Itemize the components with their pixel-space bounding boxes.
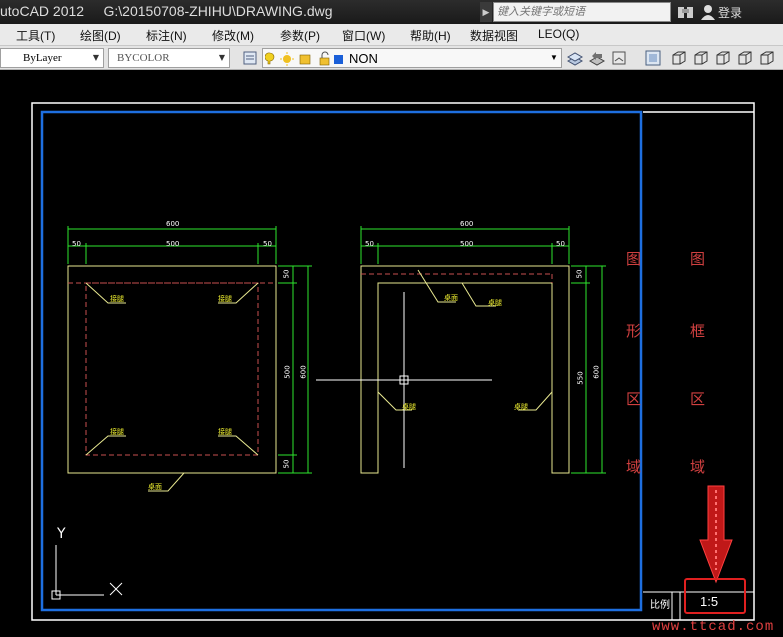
region-graphic-char: 区 bbox=[626, 390, 642, 408]
dim-text: 50 bbox=[263, 240, 272, 248]
window-title: utoCAD 2012 G:\20150708-ZHIHU\DRAWING.dw… bbox=[0, 3, 333, 19]
ucs-icon bbox=[51, 545, 123, 600]
properties-toolbar: ByLayer ▼ BYCOLOR ▼ NON ▼ bbox=[0, 46, 783, 70]
help-search: ▶ bbox=[480, 2, 672, 22]
leader bbox=[218, 435, 259, 456]
leader bbox=[85, 435, 126, 456]
chevron-down-icon: ▼ bbox=[550, 53, 558, 62]
layer-state-icons bbox=[265, 51, 343, 66]
region-frame-char: 框 bbox=[690, 322, 706, 340]
ucs-y-label: Y bbox=[57, 526, 66, 542]
dim-text: 550 bbox=[576, 371, 585, 385]
graphic-area-border bbox=[40, 110, 643, 612]
layer-name: NON bbox=[349, 51, 378, 66]
part-label: 接腿 bbox=[110, 295, 124, 303]
dim-text: 50 bbox=[282, 269, 291, 279]
region-graphic-char: 域 bbox=[626, 458, 642, 476]
box-top-icon[interactable] bbox=[692, 49, 710, 67]
title-bar: utoCAD 2012 G:\20150708-ZHIHU\DRAWING.dw… bbox=[0, 0, 783, 24]
crosshair-cursor bbox=[316, 292, 492, 468]
box-side-icon[interactable] bbox=[714, 49, 732, 67]
menu-params[interactable]: 参数(P) bbox=[280, 27, 320, 44]
dim-text: 50 bbox=[556, 240, 565, 248]
dim-text: 600 bbox=[592, 365, 601, 379]
dim-text: 600 bbox=[460, 220, 474, 228]
watermark-text: www.ttcad.com bbox=[652, 619, 775, 635]
region-graphic-char: 形 bbox=[626, 322, 642, 340]
part-label: 接腿 bbox=[218, 295, 232, 303]
right-view bbox=[360, 226, 606, 474]
drawing-svg[interactable] bbox=[0, 70, 783, 637]
file-path: G:\20150708-ZHIHU\DRAWING.dwg bbox=[103, 3, 333, 19]
region-frame-char: 图 bbox=[690, 250, 706, 268]
dim-text: 50 bbox=[575, 269, 584, 279]
dim-text: 50 bbox=[282, 459, 291, 469]
menu-dimension[interactable]: 标注(N) bbox=[146, 27, 187, 44]
part-label: 桌腿 bbox=[514, 403, 528, 411]
login-button[interactable]: 登录 bbox=[718, 4, 742, 21]
right-view-outline bbox=[360, 265, 570, 474]
dim-text: 500 bbox=[166, 240, 180, 248]
layer-select[interactable]: NON ▼ bbox=[262, 48, 562, 68]
dim-text: 50 bbox=[365, 240, 374, 248]
chevron-down-icon: ▼ bbox=[218, 53, 226, 62]
menu-data-view[interactable]: 数据视图 bbox=[470, 27, 518, 44]
layer-previous-icon[interactable] bbox=[588, 49, 606, 67]
dim-text: 500 bbox=[460, 240, 474, 248]
part-label: 桌面 bbox=[148, 483, 162, 491]
part-label: 接腿 bbox=[110, 428, 124, 436]
linetype-select[interactable]: ByLayer ▼ bbox=[0, 48, 104, 68]
scale-label: 比例 bbox=[650, 600, 670, 611]
menu-help[interactable]: 帮助(H) bbox=[410, 27, 451, 44]
part-label: 桌面 bbox=[444, 294, 458, 302]
region-frame-char: 区 bbox=[690, 390, 706, 408]
region-frame-char: 域 bbox=[690, 458, 706, 476]
left-view-outline bbox=[67, 265, 277, 474]
app-name: utoCAD 2012 bbox=[0, 3, 85, 19]
menu-window[interactable]: 窗口(W) bbox=[342, 27, 385, 44]
part-label: 桌腿 bbox=[402, 403, 416, 411]
box-front-icon[interactable] bbox=[670, 49, 688, 67]
expand-arrow-icon[interactable]: ▶ bbox=[480, 2, 492, 22]
dim-text: 50 bbox=[72, 240, 81, 248]
part-label: 接腿 bbox=[218, 428, 232, 436]
layer-states-icon[interactable] bbox=[610, 49, 628, 67]
dim-text: 600 bbox=[166, 220, 180, 228]
linetype-value: ByLayer bbox=[23, 52, 62, 64]
menu-leo[interactable]: LEO(Q) bbox=[538, 27, 579, 41]
menu-bar: 工具(T) 绘图(D) 标注(N) 修改(M) 参数(P) 窗口(W) 帮助(H… bbox=[0, 24, 783, 46]
menu-modify[interactable]: 修改(M) bbox=[212, 27, 254, 44]
user-icon[interactable] bbox=[700, 4, 716, 20]
drawing-frame-outer bbox=[31, 102, 755, 621]
red-arrow-icon bbox=[699, 485, 733, 584]
chevron-down-icon: ▼ bbox=[92, 53, 100, 62]
color-value: BYCOLOR bbox=[117, 52, 170, 64]
left-view bbox=[67, 226, 312, 492]
view-icon[interactable] bbox=[644, 49, 662, 67]
scale-value: 1:5 bbox=[700, 594, 719, 609]
help-search-input[interactable] bbox=[493, 2, 671, 22]
make-current-layer-icon[interactable] bbox=[566, 49, 584, 67]
region-graphic-char: 图 bbox=[626, 250, 642, 268]
part-label: 桌腿 bbox=[488, 299, 502, 307]
menu-tools[interactable]: 工具(T) bbox=[16, 27, 55, 44]
color-select[interactable]: BYCOLOR ▼ bbox=[108, 48, 230, 68]
menu-draw[interactable]: 绘图(D) bbox=[80, 27, 121, 44]
drawing-canvas[interactable]: 600 500 50 50 50 500 600 50 接腿 接腿 接腿 接腿 … bbox=[0, 70, 783, 637]
box-iso-icon[interactable] bbox=[758, 49, 776, 67]
dim-text: 600 bbox=[299, 365, 308, 379]
dim-text: 500 bbox=[283, 365, 292, 379]
layer-properties-icon[interactable] bbox=[242, 49, 260, 67]
box-back-icon[interactable] bbox=[736, 49, 754, 67]
